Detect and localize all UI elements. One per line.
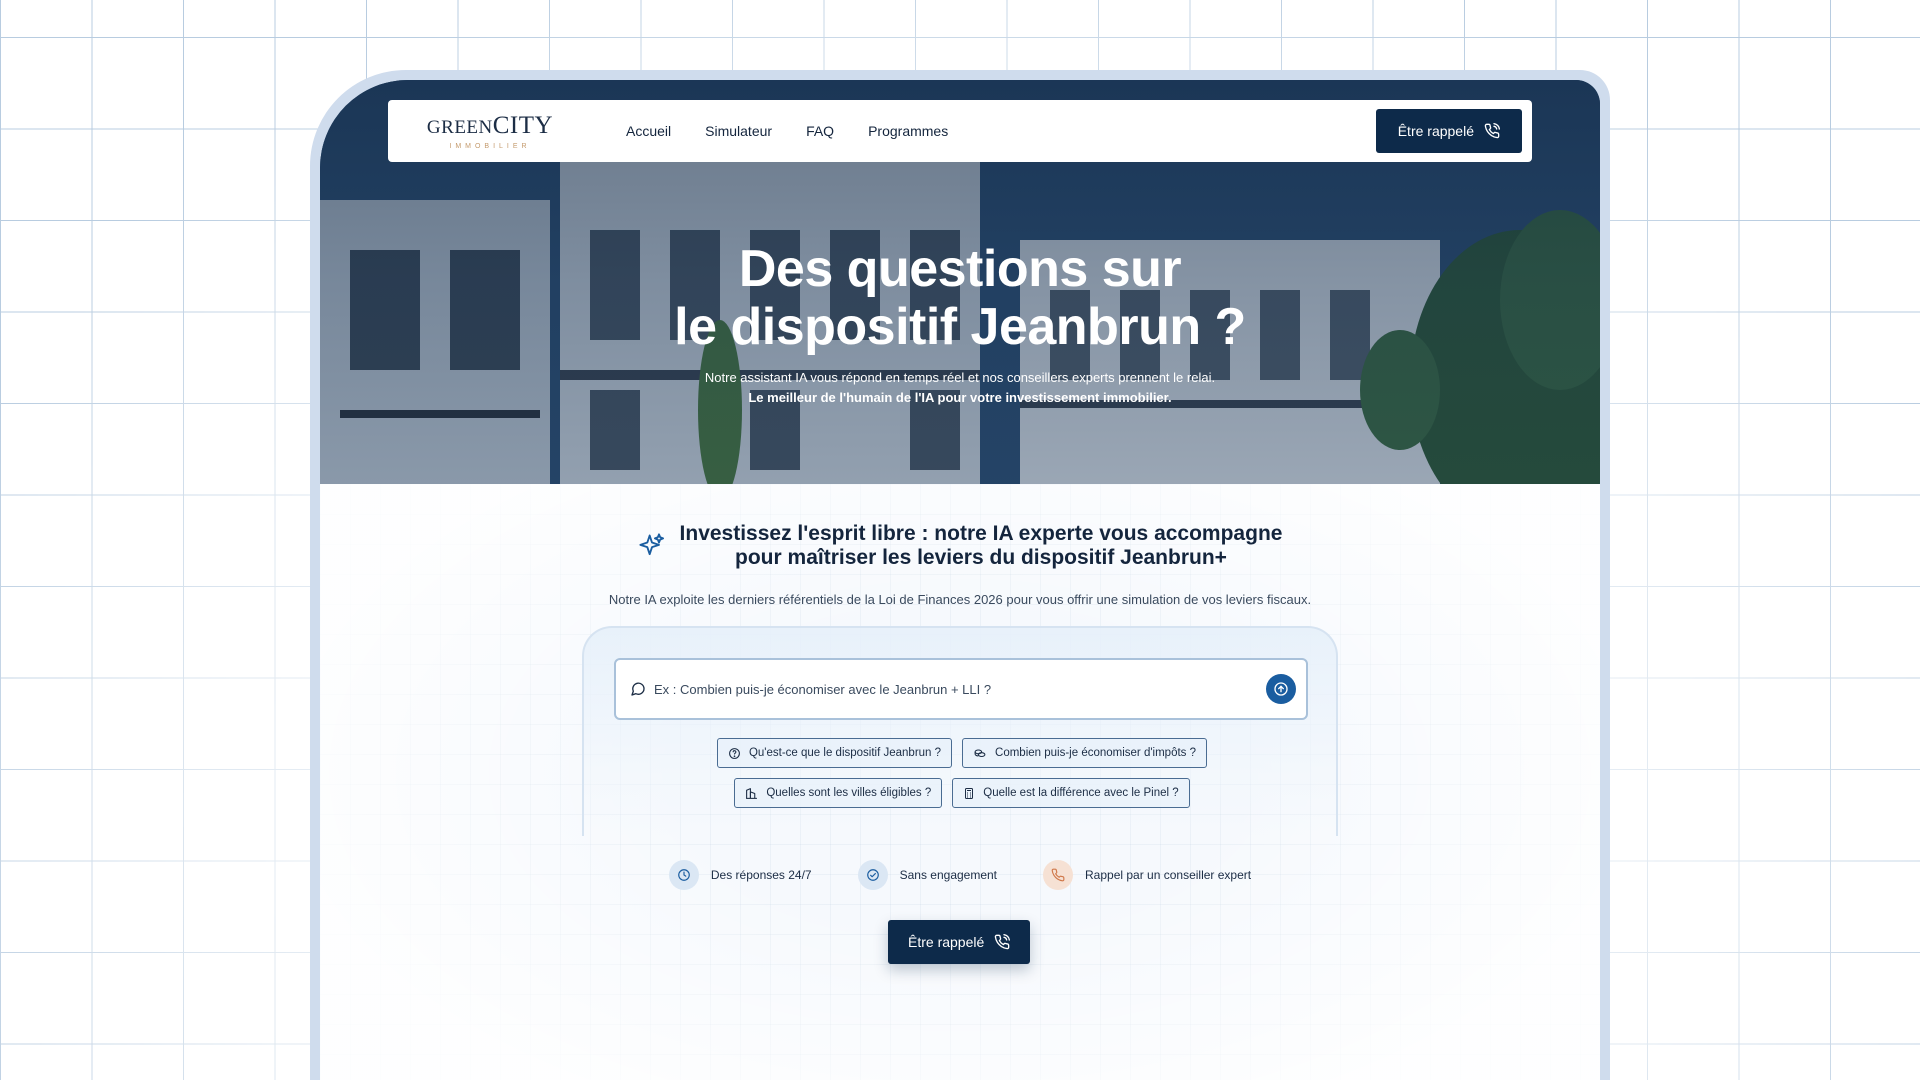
nav-link-programmes[interactable]: Programmes [868, 123, 948, 139]
callback-button[interactable]: Être rappelé [888, 920, 1031, 964]
coins-icon [974, 748, 986, 757]
send-button[interactable] [1266, 674, 1296, 704]
feature-icon-badge [1043, 860, 1074, 890]
clock-icon [678, 869, 690, 881]
nav-link-simulateur[interactable]: Simulateur [705, 123, 772, 139]
suggestion-chip-jeanbrun[interactable]: Qu'est-ce que le dispositif Jeanbrun ? [716, 738, 953, 768]
feature-label: Des réponses 24/7 [710, 868, 812, 882]
check-circle-icon [866, 869, 879, 881]
question-input[interactable] [654, 681, 1258, 697]
chat-input-box [614, 658, 1308, 720]
feature-rappel: Rappel par un conseiller expert [1043, 860, 1251, 890]
suggestion-chip-label: Quelle est la différence avec le Pinel ? [983, 787, 1179, 799]
nav-link-faq[interactable]: FAQ [806, 123, 834, 139]
assistant-heading: Investissez l'esprit libre : notre IA ex… [320, 522, 1600, 570]
chip-row-1: Qu'est-ce que le dispositif Jeanbrun ? C… [584, 738, 1340, 768]
feature-icon-badge [857, 860, 888, 890]
calculator-icon [965, 787, 974, 799]
nav-callback-label: Être rappelé [1397, 123, 1474, 139]
logo-wordmark: GREENCITY [427, 113, 553, 138]
nav-links: Accueil Simulateur FAQ Programmes [626, 123, 948, 139]
assistant-section: Investissez l'esprit libre : notre IA ex… [320, 484, 1600, 1080]
feature-icon-badge [668, 860, 699, 890]
hero-title: Des questions sur le dispositif Jeanbrun… [320, 240, 1600, 356]
assistant-title: Investissez l'esprit libre : notre IA ex… [680, 522, 1283, 570]
logo-tagline: IMMOBILIER [449, 142, 531, 150]
feature-24-7: Des réponses 24/7 [668, 860, 812, 890]
suggestion-chip-label: Combien puis-je économiser d'impôts ? [995, 747, 1197, 759]
chat-bubble-icon [631, 682, 645, 696]
arrow-up-icon [1274, 682, 1288, 696]
hero-title-line-2: le dispositif Jeanbrun ? [674, 298, 1246, 356]
suggestion-chip-label: Quelles sont les villes éligibles ? [766, 787, 932, 799]
assistant-title-line-2: pour maîtriser les leviers du dispositif… [735, 546, 1227, 569]
callback-button-label: Être rappelé [908, 934, 985, 950]
nav-link-accueil[interactable]: Accueil [626, 123, 671, 139]
sparkle-icon [638, 533, 664, 556]
feature-sans-engagement: Sans engagement [857, 860, 998, 890]
assistant-description: Notre IA exploite les derniers référenti… [608, 592, 1312, 607]
phone-icon [1484, 123, 1500, 139]
buildings-icon [746, 787, 758, 799]
chat-card: Qu'est-ce que le dispositif Jeanbrun ? C… [582, 626, 1338, 836]
phone-icon [995, 934, 1011, 950]
feature-label: Sans engagement [899, 868, 998, 882]
navbar: GREENCITY IMMOBILIER Accueil Simulateur … [388, 100, 1532, 162]
website-mockup: Des questions sur le dispositif Jeanbrun… [320, 80, 1600, 1080]
assistant-title-line-1: Investissez l'esprit libre : notre IA ex… [679, 522, 1283, 545]
hero-title-line-1: Des questions sur [738, 240, 1182, 298]
feature-list: Des réponses 24/7 Sans engagement Rappel… [320, 860, 1600, 890]
suggestion-chip-pinel[interactable]: Quelle est la différence avec le Pinel ? [952, 778, 1190, 808]
chip-row-2: Quelles sont les villes éligibles ? Quel… [584, 778, 1340, 808]
phone-icon [1051, 868, 1065, 882]
suggestion-chips: Qu'est-ce que le dispositif Jeanbrun ? C… [584, 738, 1340, 818]
logo-city: CITY [492, 111, 554, 139]
hero-subtitle-bold: Le meilleur de l'humain de l'IA pour vot… [748, 390, 1172, 405]
logo-green: GREEN [426, 116, 493, 138]
hero-subtitle: Notre assistant IA vous répond en temps … [704, 370, 1216, 385]
feature-label: Rappel par un conseiller expert [1085, 868, 1252, 882]
greencity-logo[interactable]: GREENCITY IMMOBILIER [420, 113, 560, 150]
suggestion-chip-label: Qu'est-ce que le dispositif Jeanbrun ? [748, 747, 942, 759]
nav-callback-button[interactable]: Être rappelé [1375, 109, 1522, 153]
suggestion-chip-impots[interactable]: Combien puis-je économiser d'impôts ? [962, 738, 1208, 768]
help-circle-icon [729, 747, 740, 759]
suggestion-chip-villes[interactable]: Quelles sont les villes éligibles ? [734, 778, 943, 808]
